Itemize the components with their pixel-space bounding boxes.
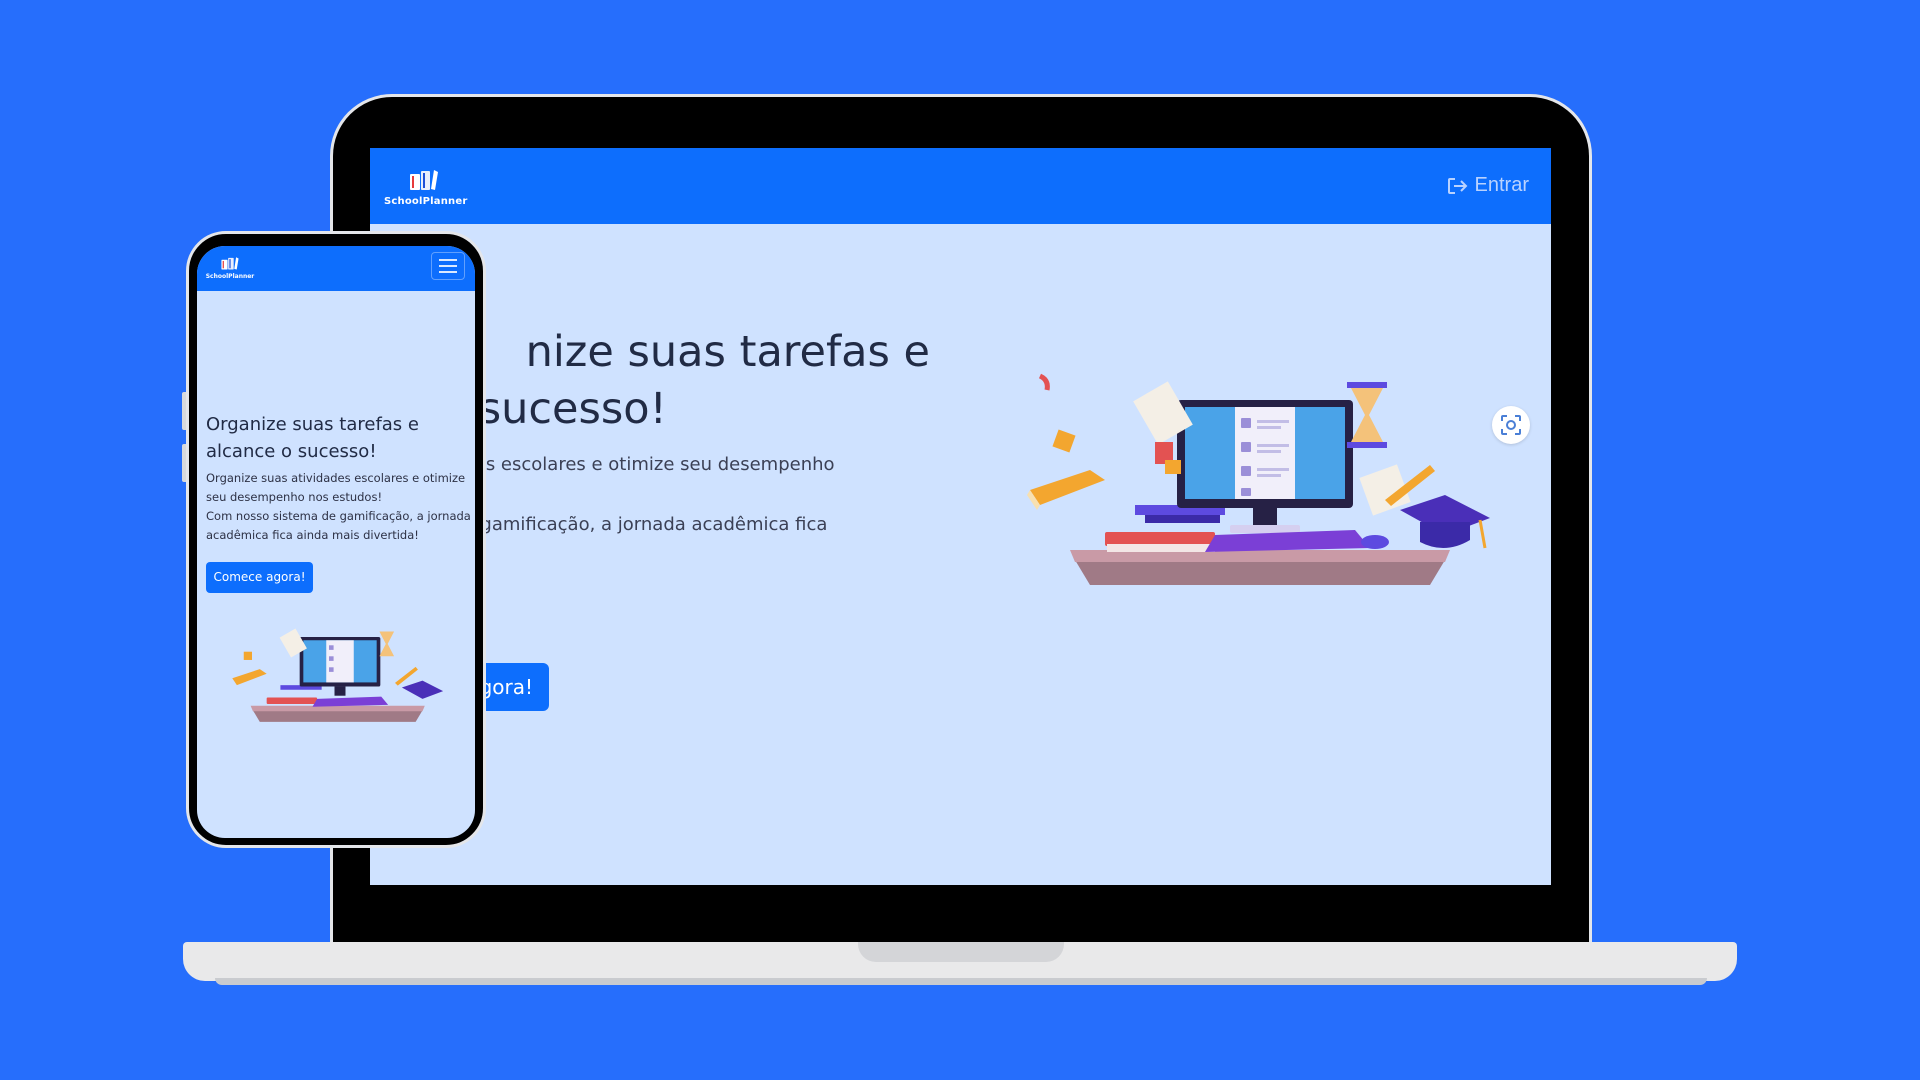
mobile-study-desk-illustration — [232, 628, 444, 722]
laptop-base-shadow — [215, 978, 1707, 985]
hamburger-menu-icon — [439, 259, 457, 261]
books-icon — [221, 257, 239, 270]
phone-screen: SchoolPlanner Organize suas tarefas e al… — [197, 246, 475, 838]
laptop-notch — [858, 942, 1064, 962]
mobile-hero-title: Organize suas tarefas e alcance o sucess… — [206, 414, 419, 462]
hamburger-menu-icon — [439, 271, 457, 273]
mobile-hero-description: Organize suas atividades escolares e oti… — [206, 469, 471, 545]
brand-name: SchoolPlanner — [384, 196, 468, 207]
mobile-hero-desc-line-1: Organize suas atividades escolares e oti… — [206, 471, 466, 504]
login-label: Entrar — [1474, 174, 1529, 196]
mobile-navbar: SchoolPlanner — [197, 246, 475, 291]
mobile-get-started-button[interactable]: Comece agora! — [206, 562, 313, 593]
brand-logo[interactable]: SchoolPlanner — [384, 168, 468, 207]
study-desk-illustration — [1027, 373, 1490, 585]
mobile-hero-desc-line-2: Com nosso sistema de gamificação, a jorn… — [206, 509, 471, 542]
navbar: SchoolPlanner Entrar — [370, 148, 1551, 224]
mobile-brand-logo[interactable]: SchoolPlanner — [205, 256, 255, 280]
box-arrow-in-right-icon — [1447, 177, 1467, 194]
books-icon — [410, 170, 438, 190]
hamburger-menu-icon — [439, 265, 457, 267]
mobile-brand-name: SchoolPlanner — [205, 273, 255, 280]
laptop-screen: SchoolPlanner Entrar nize suas tarefas e… — [370, 148, 1551, 885]
login-link[interactable]: Entrar — [1447, 174, 1529, 197]
hamburger-menu-button[interactable] — [431, 252, 465, 280]
